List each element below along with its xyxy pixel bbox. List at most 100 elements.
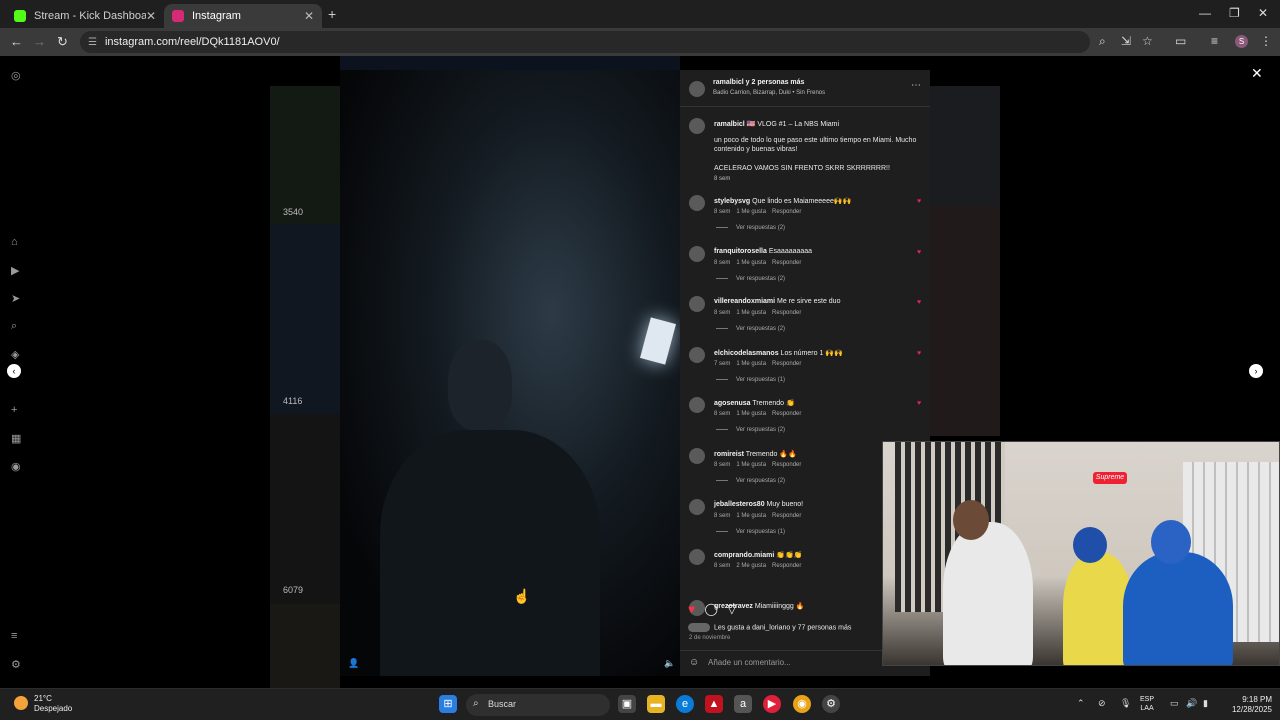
windows-start-icon[interactable]: ⊞ (439, 695, 457, 713)
site-info-icon[interactable]: ☰ (88, 37, 97, 48)
view-replies-button[interactable]: Ver respuestas (2) (716, 276, 785, 282)
comment-user[interactable]: franquitorosella (714, 248, 767, 255)
network-off-icon[interactable]: ⊘ (1098, 698, 1106, 709)
reply-button[interactable]: Responder (772, 462, 801, 468)
messages-icon[interactable]: ➤ (11, 292, 20, 305)
meta-icon[interactable]: ⚙ (11, 658, 21, 671)
explore-icon[interactable]: ◈ (11, 348, 19, 361)
view-replies-button[interactable]: Ver respuestas (2) (716, 326, 785, 332)
language-indicator[interactable]: ESP LAA (1140, 695, 1154, 713)
reload-icon[interactable]: ↻ (57, 34, 68, 50)
reel-video[interactable] (340, 70, 680, 676)
home-icon[interactable]: ⌂ (11, 236, 18, 248)
comment-icon[interactable]: ◯ (704, 602, 717, 616)
comment-like-icon[interactable]: ♥ (917, 249, 921, 256)
reply-button[interactable]: Responder (772, 310, 801, 316)
close-tab-icon[interactable]: ✕ (146, 9, 156, 23)
view-replies-button[interactable]: Ver respuestas (1) (716, 377, 785, 383)
avatar[interactable] (689, 245, 705, 262)
more-menu-icon[interactable]: ≡ (11, 630, 17, 642)
close-tab-icon[interactable]: ✕ (304, 9, 314, 23)
comment-user[interactable]: comprando.miami (714, 552, 774, 559)
comment-like-icon[interactable]: ♥ (917, 299, 921, 306)
profile-avatar[interactable]: S (1235, 35, 1248, 48)
reply-button[interactable]: Responder (772, 361, 801, 367)
maximize-icon[interactable]: ❐ (1229, 6, 1240, 20)
next-post-icon[interactable]: › (1249, 364, 1263, 378)
caption-user[interactable]: ramalbicl (714, 121, 745, 128)
tagged-users-icon[interactable]: 👤 (348, 658, 359, 669)
avatar[interactable] (689, 346, 705, 363)
reply-button[interactable]: Responder (772, 209, 801, 215)
comment-like-icon[interactable]: ♥ (917, 198, 921, 205)
view-replies-button[interactable]: Ver respuestas (2) (716, 478, 785, 484)
emoji-icon[interactable]: ☺ (689, 657, 699, 668)
address-bar[interactable]: ☰ instagram.com/reel/DQk1181AOV0/ (80, 31, 1090, 53)
media-control-icon[interactable]: ≡ (1211, 34, 1218, 48)
forward-icon[interactable]: → (33, 34, 46, 49)
view-replies-button[interactable]: Ver respuestas (1) (716, 529, 785, 535)
reply-button[interactable]: Responder (772, 411, 801, 417)
create-icon[interactable]: + (11, 404, 17, 416)
install-icon[interactable]: ⇲ (1121, 34, 1131, 48)
likes-summary[interactable]: Les gusta a dani_loriano y 77 personas m… (688, 623, 851, 632)
close-window-icon[interactable]: ✕ (1258, 6, 1268, 20)
bookmark-star-icon[interactable]: ☆ (1142, 34, 1153, 48)
audio-icon[interactable]: 🔈 (664, 658, 675, 669)
comment-like-icon[interactable]: ♥ (917, 400, 921, 407)
task-view-icon[interactable]: ▣ (618, 695, 636, 713)
dashboard-icon[interactable]: ▦ (11, 432, 21, 445)
app-icon-play[interactable]: ▶ (763, 695, 781, 713)
system-clock[interactable]: 9:18 PM 12/28/2025 (1224, 695, 1272, 715)
tray-chevron-icon[interactable]: ⌃ (1077, 698, 1085, 709)
avatar[interactable] (689, 549, 705, 566)
comment-user[interactable]: jeballesteros80 (714, 501, 765, 508)
comment-user[interactable]: elchicodelasmanos (714, 350, 779, 357)
view-replies-button[interactable]: Ver respuestas (2) (716, 427, 785, 433)
comment-user[interactable]: stylebysvg (714, 198, 750, 205)
taskbar-search[interactable]: ⌕ Buscar (466, 694, 610, 716)
view-replies-button[interactable]: Ver respuestas (2) (716, 225, 785, 231)
reply-button[interactable]: Responder (772, 563, 801, 569)
avatar[interactable] (689, 81, 705, 97)
app-icon-settings[interactable]: ⚙ (822, 695, 840, 713)
close-modal-icon[interactable]: ✕ (1251, 65, 1263, 82)
comment-likes[interactable]: 1 Me gusta (736, 209, 766, 215)
tab-instagram[interactable]: Instagram ✕ (164, 4, 322, 28)
avatar[interactable] (689, 195, 705, 211)
comment-likes[interactable]: 1 Me gusta (736, 411, 766, 417)
share-icon[interactable]: ▽ (727, 602, 736, 616)
zoom-icon[interactable]: ⌕ (1099, 34, 1106, 49)
comment-likes[interactable]: 1 Me gusta (736, 310, 766, 316)
post-author[interactable]: ramalbicl y 2 personas más (713, 79, 804, 86)
battery-icon[interactable]: ▮ (1203, 698, 1208, 709)
avatar[interactable] (689, 118, 705, 134)
profile-icon[interactable]: ◉ (11, 460, 21, 473)
avatar[interactable] (689, 448, 705, 464)
back-icon[interactable]: ← (10, 34, 23, 49)
reply-button[interactable]: Responder (772, 260, 801, 266)
comment-like-icon[interactable]: ♥ (917, 350, 921, 357)
menu-icon[interactable]: ⋮ (1260, 34, 1272, 48)
avatar[interactable] (689, 296, 705, 313)
comment-likes[interactable]: 2 Me gusta (736, 563, 766, 569)
minimize-icon[interactable]: — (1199, 6, 1211, 20)
previous-post-icon[interactable]: ‹ (7, 364, 21, 378)
reply-button[interactable]: Responder (772, 513, 801, 519)
comment-likes[interactable]: 1 Me gusta (736, 361, 766, 367)
comment-user[interactable]: romireist (714, 451, 744, 458)
reels-icon[interactable]: ▶ (11, 264, 19, 277)
like-heart-icon[interactable]: ♥ (688, 602, 695, 616)
more-options-icon[interactable]: ⋯ (911, 80, 921, 91)
avatar[interactable] (689, 498, 705, 515)
volume-icon[interactable]: 🔊 (1186, 698, 1197, 709)
comment-user[interactable]: agosenusa (714, 400, 751, 407)
chrome-icon[interactable]: ◉ (793, 695, 811, 713)
file-explorer-icon[interactable]: ▬ (647, 695, 665, 713)
monitor-icon[interactable]: ▭ (1170, 698, 1179, 709)
edge-icon[interactable]: e (676, 695, 694, 713)
tab-kick-dashboard[interactable]: Stream - Kick Dashboard ✕ (6, 4, 164, 28)
app-icon-a[interactable]: a (734, 695, 752, 713)
side-panel-icon[interactable]: ▭ (1175, 34, 1186, 48)
avatar[interactable] (689, 397, 705, 414)
